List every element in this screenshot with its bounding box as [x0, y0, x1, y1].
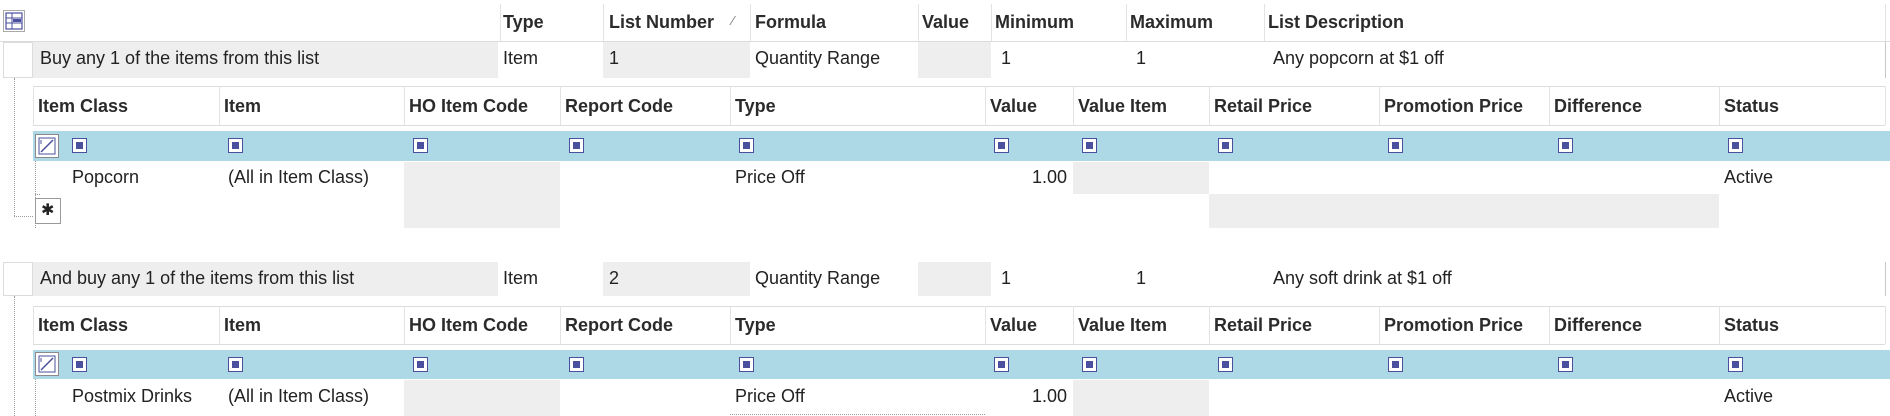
item-type: Price Off [735, 167, 805, 187]
col-header-maximum[interactable]: Maximum [1130, 11, 1213, 33]
col-header-retail-price[interactable]: Retail Price [1214, 314, 1312, 336]
filter-checkbox-icon[interactable] [72, 357, 87, 372]
sort-indicator-icon: ⁄ [732, 13, 735, 28]
filter-checkbox-icon[interactable] [1558, 138, 1573, 153]
value-item-cell [1073, 162, 1209, 194]
col-header-status[interactable]: Status [1724, 95, 1779, 117]
row-selector[interactable] [3, 262, 33, 296]
filter-checkbox-icon[interactable] [994, 138, 1009, 153]
list-number-cell [603, 42, 750, 78]
col-header-item[interactable]: Item [224, 95, 261, 117]
ho-item-code-cell [404, 162, 560, 228]
filter-checkbox-icon[interactable] [228, 357, 243, 372]
list-number: 1 [609, 48, 620, 68]
list-maximum: 1 [1136, 48, 1147, 68]
filter-checkbox-icon[interactable] [1218, 138, 1233, 153]
list-formula: Quantity Range [755, 268, 881, 288]
item-type: Price Off [735, 386, 805, 406]
filter-checkbox-icon[interactable] [1558, 357, 1573, 372]
list-type: Item [503, 268, 539, 288]
col-header-ho-item-code[interactable]: HO Item Code [409, 314, 528, 336]
col-header-item-type[interactable]: Type [735, 95, 776, 117]
price-cells [1209, 194, 1719, 228]
list-maximum: 1 [1136, 268, 1147, 288]
filter-checkbox-icon[interactable] [994, 357, 1009, 372]
filter-checkbox-icon[interactable] [739, 138, 754, 153]
grid-settings-icon[interactable] [3, 10, 25, 32]
filter-checkbox-icon[interactable] [1728, 357, 1743, 372]
filter-row [33, 350, 1890, 379]
list-description: Any popcorn at $1 off [1273, 48, 1444, 68]
item: (All in Item Class) [228, 167, 370, 187]
col-header-list-description[interactable]: List Description [1268, 11, 1404, 33]
col-header-list-number[interactable]: List Number [609, 11, 714, 33]
item-value: 1.00 [1032, 167, 1068, 187]
col-header-item-class[interactable]: Item Class [38, 314, 128, 336]
filter-row [33, 131, 1890, 161]
list-value-cell [918, 42, 991, 78]
list-description: Any soft drink at $1 off [1273, 268, 1452, 288]
item-status: Active [1724, 167, 1774, 187]
filter-checkbox-icon[interactable] [1388, 138, 1403, 153]
col-header-promotion-price[interactable]: Promotion Price [1384, 314, 1523, 336]
value-item-cell [1073, 380, 1209, 416]
col-header-report-code[interactable]: Report Code [565, 95, 673, 117]
ho-item-code-cell [404, 380, 560, 416]
col-header-item-class[interactable]: Item Class [38, 95, 128, 117]
col-header-difference[interactable]: Difference [1554, 95, 1642, 117]
col-header-minimum[interactable]: Minimum [995, 11, 1074, 33]
filter-checkbox-icon[interactable] [413, 138, 428, 153]
row-select-icon[interactable] [35, 134, 59, 158]
col-header-item-type[interactable]: Type [735, 314, 776, 336]
grid-settings-glyph [5, 12, 23, 30]
filter-checkbox-icon[interactable] [1082, 138, 1097, 153]
filter-checkbox-icon[interactable] [72, 138, 87, 153]
new-row-glyph: ✱ [41, 202, 55, 219]
col-header-promotion-price[interactable]: Promotion Price [1384, 95, 1523, 117]
col-header-report-code[interactable]: Report Code [565, 314, 673, 336]
item-value: 1.00 [1032, 386, 1068, 406]
filter-checkbox-icon[interactable] [1218, 357, 1233, 372]
col-header-item-value[interactable]: Value [990, 314, 1037, 336]
row-select-glyph [38, 355, 56, 373]
filter-checkbox-icon[interactable] [413, 357, 428, 372]
item-class: Postmix Drinks [72, 386, 193, 406]
filter-checkbox-icon[interactable] [1082, 357, 1097, 372]
col-header-retail-price[interactable]: Retail Price [1214, 95, 1312, 117]
filter-checkbox-icon[interactable] [739, 357, 754, 372]
col-header-type[interactable]: Type [503, 11, 544, 33]
list-number: 2 [609, 268, 620, 288]
filter-checkbox-icon[interactable] [1728, 138, 1743, 153]
filter-checkbox-icon[interactable] [569, 357, 584, 372]
list-type: Item [503, 48, 539, 68]
list-number-cell [603, 262, 750, 296]
col-header-item-value[interactable]: Value [990, 95, 1037, 117]
col-header-value-item[interactable]: Value Item [1078, 95, 1167, 117]
list-label: Buy any 1 of the items from this list [40, 48, 320, 68]
row-select-glyph [38, 137, 56, 155]
list-minimum: 1 [1001, 48, 1012, 68]
col-header-difference[interactable]: Difference [1554, 314, 1642, 336]
list-label: And buy any 1 of the items from this lis… [40, 268, 355, 288]
col-header-item[interactable]: Item [224, 314, 261, 336]
item: (All in Item Class) [228, 386, 370, 406]
new-row-icon[interactable]: ✱ [35, 198, 61, 224]
row-select-icon[interactable] [35, 352, 59, 376]
filter-checkbox-icon[interactable] [1388, 357, 1403, 372]
row-selector[interactable] [3, 42, 33, 78]
col-header-value[interactable]: Value [922, 11, 969, 33]
list-value-cell [918, 262, 991, 296]
filter-checkbox-icon[interactable] [228, 138, 243, 153]
col-header-value-item[interactable]: Value Item [1078, 314, 1167, 336]
list-minimum: 1 [1001, 268, 1012, 288]
col-header-formula[interactable]: Formula [755, 11, 826, 33]
filter-checkbox-icon[interactable] [569, 138, 584, 153]
col-header-ho-item-code[interactable]: HO Item Code [409, 95, 528, 117]
item-status: Active [1724, 386, 1774, 406]
item-class: Popcorn [72, 167, 140, 187]
col-header-status[interactable]: Status [1724, 314, 1779, 336]
list-formula: Quantity Range [755, 48, 881, 68]
